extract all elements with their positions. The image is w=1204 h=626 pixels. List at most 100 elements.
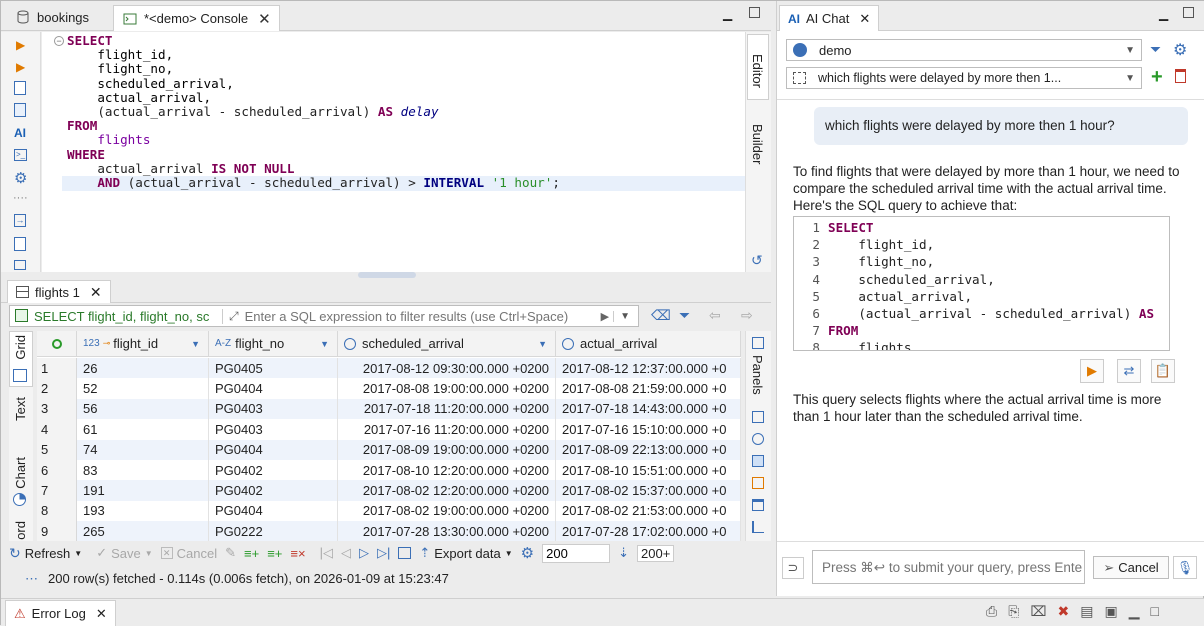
- splitter-handle[interactable]: [358, 272, 416, 278]
- tab-chart-label[interactable]: Chart: [13, 457, 28, 489]
- sort-icon[interactable]: ▼: [538, 339, 547, 349]
- table-cell[interactable]: 2017-08-12 12:37:00.000 +0: [556, 358, 741, 379]
- tab-results[interactable]: flights 1 ✕: [7, 280, 111, 303]
- tab-text-label[interactable]: Text: [13, 397, 28, 421]
- minimize-icon[interactable]: ▁: [723, 7, 732, 21]
- tab-builder-label[interactable]: Builder: [750, 124, 765, 164]
- fold-icon[interactable]: −: [54, 36, 64, 46]
- restore-log-icon[interactable]: ▣: [1105, 603, 1118, 620]
- run-code-button[interactable]: ▶: [1080, 359, 1104, 383]
- table-cell[interactable]: 56: [77, 398, 209, 420]
- more-icon[interactable]: ····: [13, 192, 28, 204]
- delete-row-icon[interactable]: ≡×: [290, 546, 305, 561]
- last-page-icon[interactable]: ▷|: [377, 545, 390, 561]
- fetch-icon[interactable]: [398, 547, 412, 559]
- copy-row-icon[interactable]: ≡+: [267, 546, 282, 561]
- fetch-all-button[interactable]: 200+: [637, 544, 675, 562]
- close-icon[interactable]: ✕: [96, 606, 107, 622]
- maximize-icon[interactable]: [1183, 7, 1194, 18]
- table-cell[interactable]: 265: [77, 521, 209, 541]
- apply-filter-icon[interactable]: ▶: [597, 310, 613, 323]
- table-cell[interactable]: 2017-08-08 21:59:00.000 +0: [556, 378, 741, 399]
- table-cell[interactable]: 2017-07-16 15:10:00.000 +0: [556, 419, 741, 440]
- connection-select[interactable]: demo ▼: [786, 39, 1142, 61]
- table-row[interactable]: 2 52 PG0404 2017-08-08 19:00:00.000 +0200 20…: [37, 378, 741, 399]
- more-icon[interactable]: ⋯: [25, 571, 38, 587]
- tab-record-label[interactable]: ord: [13, 521, 28, 540]
- table-row[interactable]: 6 83 PG0402 2017-08-10 12:20:00.000 +0200 20…: [37, 459, 741, 481]
- add-icon[interactable]: +: [1151, 66, 1163, 89]
- close-icon[interactable]: ✕: [258, 10, 271, 28]
- eraser-icon[interactable]: ⌫: [651, 307, 671, 324]
- table-row[interactable]: 7 191 PG0402 2017-08-02 12:20:00.000 +0200 2…: [37, 480, 741, 501]
- tab-ai-chat[interactable]: AI AI Chat ✕: [779, 5, 880, 31]
- import-log-icon[interactable]: ⎘: [1008, 603, 1019, 620]
- history-dropdown-icon[interactable]: ▼: [613, 310, 636, 322]
- table-cell[interactable]: 74: [77, 439, 209, 460]
- table-cell[interactable]: 2017-07-18 14:43:00.000 +0: [556, 398, 741, 420]
- column-header-flight-id[interactable]: 123 ⊸ flight_id ▼: [77, 331, 209, 357]
- table-cell[interactable]: 83: [77, 459, 209, 481]
- table-row[interactable]: 5 74 PG0404 2017-08-09 19:00:00.000 +0200 20…: [37, 439, 741, 460]
- gradient-icon[interactable]: [752, 455, 764, 467]
- table-cell[interactable]: PG0402: [209, 480, 338, 501]
- sort-icon[interactable]: ▼: [191, 339, 200, 349]
- conversation-select[interactable]: which flights were delayed by more then …: [786, 67, 1142, 89]
- clipboard-button[interactable]: 📋: [1151, 359, 1175, 383]
- gear-icon[interactable]: ⚙: [1173, 40, 1187, 60]
- tab-bookings[interactable]: bookings: [7, 5, 97, 29]
- table-row[interactable]: 3 56 PG0403 2017-07-18 11:20:00.000 +0200 20…: [37, 398, 741, 420]
- row-number[interactable]: 7: [37, 480, 77, 501]
- table-row[interactable]: 9 265 PG0222 2017-07-28 13:30:00.000 +0200 2…: [37, 521, 741, 541]
- table-cell[interactable]: 2017-08-02 21:53:00.000 +0: [556, 500, 741, 522]
- terminal-icon[interactable]: >_: [14, 149, 27, 161]
- settings-icon[interactable]: ⚙: [521, 544, 534, 562]
- maximize-icon[interactable]: [749, 7, 760, 18]
- table-cell[interactable]: 61: [77, 419, 209, 440]
- next-page-icon[interactable]: ▷: [359, 545, 369, 561]
- delete-log-icon[interactable]: ✖: [1058, 603, 1070, 620]
- attach-icon[interactable]: ⊃: [782, 557, 804, 579]
- row-number[interactable]: 1: [37, 358, 77, 379]
- trash-icon[interactable]: [1175, 69, 1186, 83]
- close-icon[interactable]: ✕: [859, 11, 870, 27]
- table-cell[interactable]: PG0222: [209, 521, 338, 541]
- table-cell[interactable]: 2017-07-16 11:20:00.000 +0200: [338, 419, 556, 440]
- table-cell[interactable]: PG0404: [209, 500, 338, 522]
- table-row[interactable]: 1 26 PG0405 2017-08-12 09:30:00.000 +0200 20…: [37, 358, 741, 379]
- table-cell[interactable]: 2017-08-09 22:13:00.000 +0: [556, 439, 741, 460]
- tab-console[interactable]: *<demo> Console ✕: [113, 5, 280, 31]
- table-cell[interactable]: 2017-08-02 15:37:00.000 +0: [556, 480, 741, 501]
- table-view-icon[interactable]: [752, 477, 764, 489]
- settings-icon[interactable]: ⚙: [14, 169, 27, 187]
- row-number-header[interactable]: [37, 331, 77, 357]
- column-header-actual-arrival[interactable]: actual_arrival: [556, 331, 741, 357]
- export-icon[interactable]: →: [14, 214, 26, 227]
- minimize-icon[interactable]: ▁: [1129, 603, 1140, 620]
- table-cell[interactable]: PG0405: [209, 358, 338, 379]
- table-cell[interactable]: PG0403: [209, 419, 338, 440]
- sort-icon[interactable]: ▼: [320, 339, 329, 349]
- compare-icon[interactable]: [752, 521, 764, 533]
- panels-label[interactable]: Panels: [750, 355, 765, 395]
- expand-icon[interactable]: ⤢: [223, 309, 245, 324]
- cancel-button[interactable]: ✕ Cancel: [160, 546, 217, 561]
- palette-icon[interactable]: [752, 433, 764, 445]
- table-cell[interactable]: PG0402: [209, 459, 338, 481]
- row-number[interactable]: 9: [37, 521, 77, 541]
- table-cell[interactable]: 2017-08-02 19:00:00.000 +0200: [338, 500, 556, 522]
- table-cell[interactable]: 2017-08-09 19:00:00.000 +0200: [338, 439, 556, 460]
- filter-settings-icon[interactable]: ⏷: [1150, 41, 1161, 58]
- table-cell[interactable]: 26: [77, 358, 209, 379]
- filter-query-label[interactable]: SELECT flight_id, flight_no, sc: [10, 308, 223, 324]
- table-cell[interactable]: 52: [77, 378, 209, 399]
- column-header-scheduled-arrival[interactable]: scheduled_arrival ▼: [338, 331, 556, 357]
- row-number[interactable]: 5: [37, 439, 77, 460]
- table-row[interactable]: 4 61 PG0403 2017-07-16 11:20:00.000 +0200 20…: [37, 419, 741, 440]
- add-row-icon[interactable]: ≡+: [244, 546, 259, 561]
- layout-icon[interactable]: [752, 499, 764, 511]
- prev-page-icon[interactable]: ◁: [341, 545, 351, 561]
- table-cell[interactable]: 2017-08-08 19:00:00.000 +0200: [338, 378, 556, 399]
- chart-icon[interactable]: [14, 260, 26, 270]
- forward-icon[interactable]: ⇨: [741, 307, 753, 324]
